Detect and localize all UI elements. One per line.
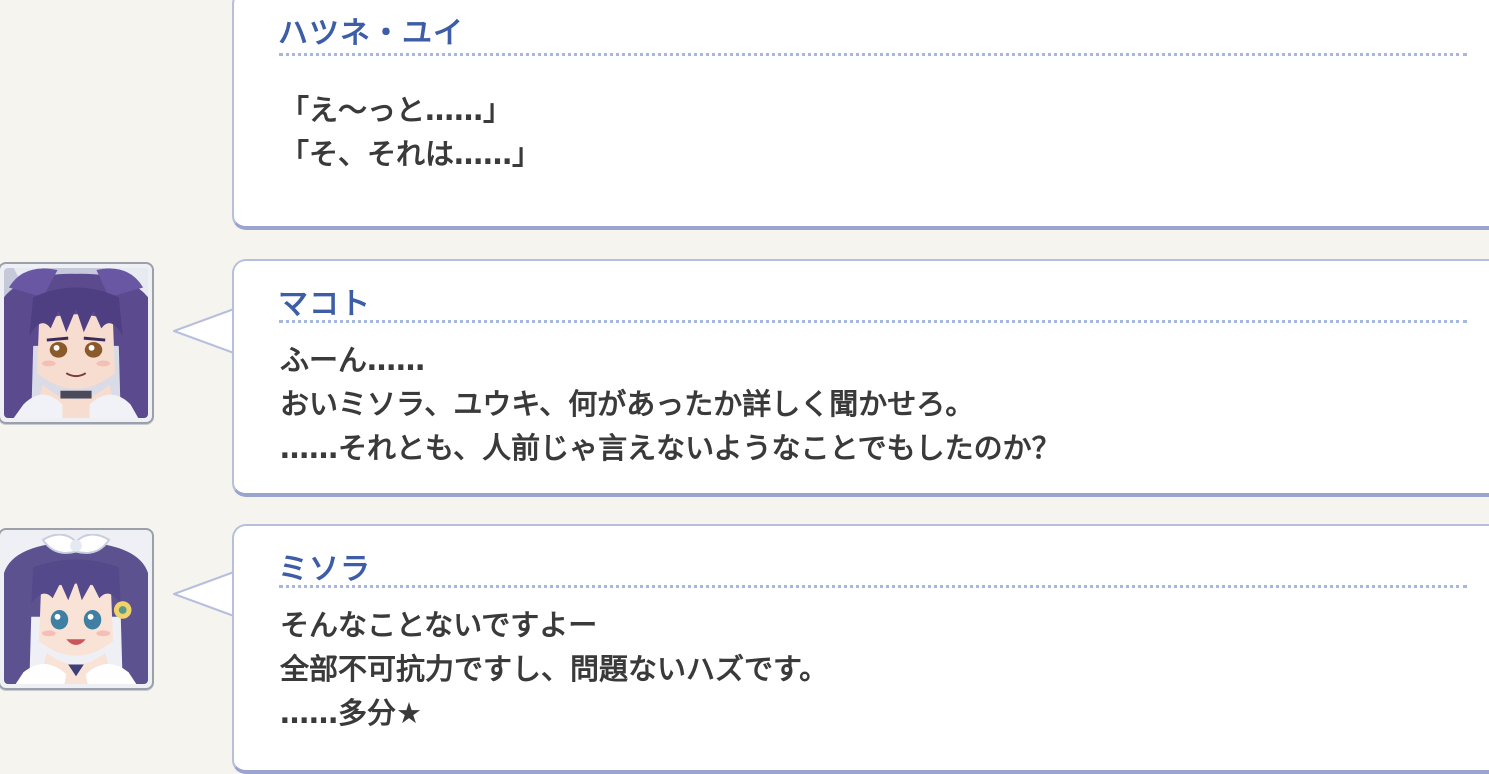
dialogue-line: そんなことないですよー <box>280 608 598 642</box>
speaker-avatar[interactable] <box>0 262 154 424</box>
speaker-name: ハツネ・ユイ <box>278 16 464 51</box>
bubble-tail <box>173 307 236 357</box>
name-divider <box>279 53 1467 56</box>
dialogue-line: おいミソラ、ユウキ、何があったか詳しく聞かせろ。 <box>280 387 975 421</box>
dialogue-line: 「そ、それは……」 <box>280 137 542 171</box>
dialogue-line: 全部不可抗力ですし、問題ないハズです。 <box>280 652 829 686</box>
story-log[interactable]: ハツネ・ユイ 「え～っと……」 「そ、それは……」 マコト ふーん…… おいミソ… <box>0 0 1489 774</box>
dialogue-line: ふーん…… <box>280 343 426 377</box>
log-entry: ミソラ そんなことないですよー 全部不可抗力ですし、問題ないハズです。 ……多分… <box>0 524 1489 774</box>
dialogue-line: ……それとも、人前じゃ言えないようなことでもしたのか？ <box>280 431 1061 465</box>
speaker-name: ミソラ <box>278 552 371 587</box>
dialogue-line: 「え～っと……」 <box>280 93 513 127</box>
misora-portrait-icon <box>4 534 148 684</box>
dialogue-lines: ふーん…… おいミソラ、ユウキ、何があったか詳しく聞かせろ。 ……それとも、人前… <box>280 338 1061 470</box>
dialogue-lines: 「え～っと……」 「そ、それは……」 <box>280 88 541 176</box>
makoto-portrait-icon <box>4 268 148 418</box>
name-divider <box>279 585 1467 588</box>
log-entry: マコト ふーん…… おいミソラ、ユウキ、何があったか詳しく聞かせろ。 ……それと… <box>0 259 1489 497</box>
dialogue-lines: そんなことないですよー 全部不可抗力ですし、問題ないハズです。 ……多分★ <box>280 603 828 735</box>
dialogue-line: ……多分★ <box>280 696 422 730</box>
name-divider <box>279 320 1467 323</box>
bubble-tail <box>173 570 236 620</box>
speaker-name: マコト <box>278 287 371 322</box>
log-entry: ハツネ・ユイ 「え～っと……」 「そ、それは……」 <box>0 0 1489 230</box>
speaker-avatar[interactable] <box>0 528 154 690</box>
